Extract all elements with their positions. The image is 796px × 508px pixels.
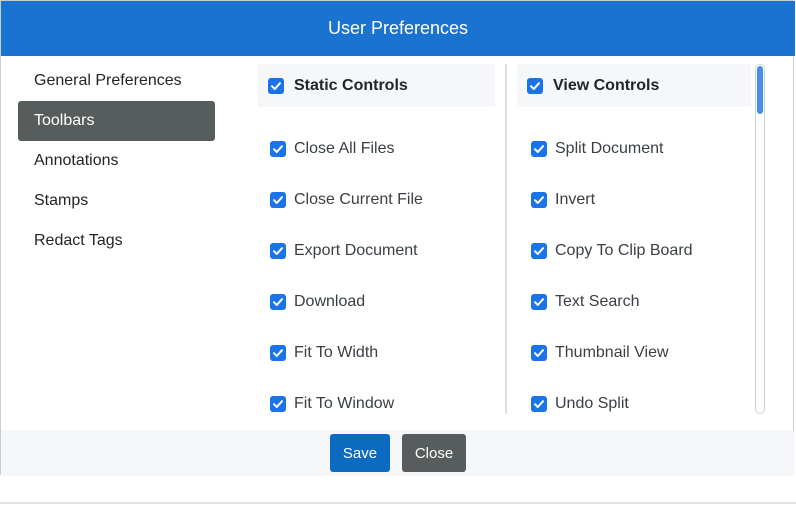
view-controls-header[interactable]: View Controls (517, 64, 751, 107)
preferences-sidebar: General Preferences Toolbars Annotations… (18, 61, 215, 261)
option-split-document[interactable]: Split Document (517, 123, 751, 174)
dialog-header: User Preferences (1, 1, 795, 56)
option-label: Copy To Clip Board (555, 241, 693, 259)
view-controls-section: View Controls Split Document Invert Copy… (517, 64, 751, 429)
sidebar-item-stamps[interactable]: Stamps (18, 181, 215, 221)
check-icon (271, 81, 281, 90)
option-label: Fit To Window (294, 394, 395, 412)
static-controls-title: Static Controls (294, 76, 408, 94)
option-label: Export Document (294, 241, 418, 259)
check-icon (273, 195, 283, 204)
option-close-current-file[interactable]: Close Current File (258, 174, 495, 225)
option-label: Download (294, 292, 366, 310)
option-checkbox[interactable] (270, 293, 286, 310)
option-copy-to-clip-board[interactable]: Copy To Clip Board (517, 225, 751, 276)
option-export-document[interactable]: Export Document (258, 225, 495, 276)
option-label: Close All Files (294, 139, 395, 157)
option-invert[interactable]: Invert (517, 174, 751, 225)
check-icon (530, 81, 540, 90)
option-label: Undo Split (555, 394, 629, 412)
column-divider (505, 64, 507, 414)
user-preferences-dialog: User Preferences General Preferences Too… (0, 0, 795, 476)
option-checkbox[interactable] (531, 344, 547, 361)
option-checkbox[interactable] (531, 293, 547, 310)
option-checkbox[interactable] (531, 191, 547, 208)
sidebar-item-redact-tags[interactable]: Redact Tags (18, 221, 215, 261)
static-controls-section: Static Controls Close All Files Close Cu… (258, 64, 495, 429)
check-icon (534, 144, 544, 153)
option-fit-to-width[interactable]: Fit To Width (258, 327, 495, 378)
option-label: Thumbnail View (555, 343, 669, 361)
sidebar-item-annotations[interactable]: Annotations (18, 141, 215, 181)
check-icon (273, 297, 283, 306)
option-download[interactable]: Download (258, 276, 495, 327)
check-icon (273, 144, 283, 153)
option-checkbox[interactable] (531, 395, 547, 412)
check-icon (534, 297, 544, 306)
static-controls-checkbox[interactable] (268, 77, 284, 94)
option-label: Text Search (555, 292, 640, 310)
option-checkbox[interactable] (270, 344, 286, 361)
save-button[interactable]: Save (330, 434, 390, 472)
view-controls-checkbox[interactable] (527, 77, 543, 94)
option-thumbnail-view[interactable]: Thumbnail View (517, 327, 751, 378)
option-fit-to-window[interactable]: Fit To Window (258, 378, 495, 429)
page-divider (0, 502, 796, 504)
option-undo-split[interactable]: Undo Split (517, 378, 751, 429)
check-icon (273, 399, 283, 408)
close-button[interactable]: Close (402, 434, 466, 472)
option-checkbox[interactable] (270, 395, 286, 412)
sidebar-item-toolbars[interactable]: Toolbars (18, 101, 215, 141)
options-scrollbar[interactable] (755, 64, 765, 414)
scrollbar-thumb[interactable] (757, 66, 763, 114)
option-checkbox[interactable] (531, 140, 547, 157)
static-controls-header[interactable]: Static Controls (258, 64, 495, 107)
check-icon (534, 399, 544, 408)
dialog-footer: Save Close (1, 430, 795, 476)
option-checkbox[interactable] (270, 242, 286, 259)
check-icon (534, 348, 544, 357)
option-checkbox[interactable] (531, 242, 547, 259)
option-text-search[interactable]: Text Search (517, 276, 751, 327)
check-icon (534, 195, 544, 204)
option-label: Close Current File (294, 190, 423, 208)
option-label: Split Document (555, 139, 664, 157)
check-icon (534, 246, 544, 255)
dialog-title: User Preferences (327, 18, 469, 38)
check-icon (273, 348, 283, 357)
option-checkbox[interactable] (270, 140, 286, 157)
option-checkbox[interactable] (270, 191, 286, 208)
view-controls-title: View Controls (553, 76, 660, 94)
check-icon (273, 246, 283, 255)
option-label: Fit To Width (294, 343, 379, 361)
sidebar-item-general-preferences[interactable]: General Preferences (18, 61, 215, 101)
option-label: Invert (555, 190, 596, 208)
option-close-all-files[interactable]: Close All Files (258, 123, 495, 174)
